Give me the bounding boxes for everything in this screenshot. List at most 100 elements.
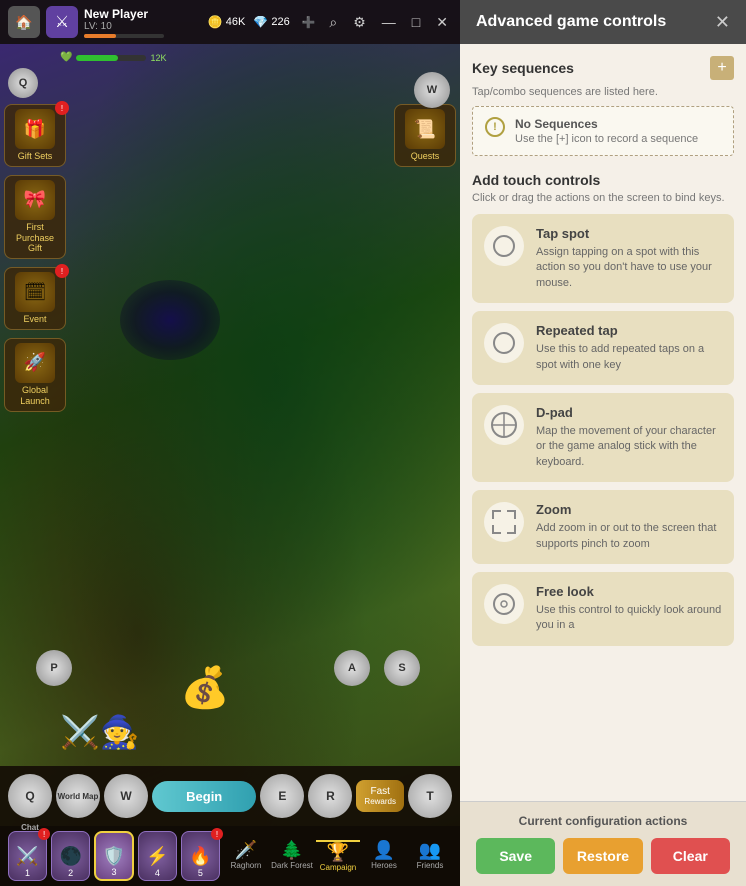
panel-content: Key sequences + Tap/combo sequences are … bbox=[460, 44, 746, 801]
w-action-button[interactable]: W bbox=[104, 774, 148, 818]
repeated-tap-desc: Use this to add repeated taps on a spot … bbox=[536, 342, 722, 373]
key-sequences-section: Key sequences + Tap/combo sequences are … bbox=[472, 56, 734, 156]
panel-header: Advanced game controls ✕ bbox=[460, 0, 746, 44]
e-button[interactable]: E bbox=[260, 774, 304, 818]
free-look-name: Free look bbox=[536, 584, 722, 599]
sidebar-item-quests[interactable]: 📜 Quests bbox=[394, 104, 456, 167]
minimize-button[interactable]: — bbox=[378, 12, 400, 33]
w-button[interactable]: W bbox=[414, 72, 450, 108]
top-stats: 🪙 46K 💎 226 ➕ bbox=[208, 14, 320, 31]
key-sequences-title: Key sequences bbox=[472, 60, 574, 76]
skill-3-num: 3 bbox=[111, 867, 116, 877]
skill-2[interactable]: 🌑 2 bbox=[51, 831, 90, 881]
first-purchase-label: First PurchaseGift bbox=[9, 222, 61, 254]
nav-raghorn[interactable]: 🗡️ Raghorn bbox=[224, 840, 268, 872]
nav-friends[interactable]: 👥 Friends bbox=[408, 840, 452, 872]
dpad-name: D-pad bbox=[536, 405, 722, 420]
hp-bar bbox=[76, 55, 146, 61]
character-area: ⚔️🧙 bbox=[60, 713, 140, 751]
gold-stat: 🪙 46K bbox=[208, 15, 246, 29]
gem-value: 226 bbox=[271, 16, 289, 28]
settings-button[interactable]: ⚙ bbox=[349, 12, 370, 33]
begin-button[interactable]: Begin bbox=[152, 781, 256, 812]
quests-label: Quests bbox=[411, 151, 440, 162]
close-window-button[interactable]: ✕ bbox=[432, 12, 452, 33]
player-name: New Player bbox=[84, 7, 202, 21]
repeated-tap-info: Repeated tap Use this to add repeated ta… bbox=[536, 323, 722, 373]
side-menu-right: 📜 Quests bbox=[390, 100, 460, 171]
tap-spot-info: Tap spot Assign tapping on a spot with t… bbox=[536, 226, 722, 291]
t-button[interactable]: T bbox=[408, 774, 452, 818]
save-button[interactable]: Save bbox=[476, 838, 555, 874]
event-label: Event bbox=[23, 314, 46, 325]
repeated-tap-card[interactable]: Repeated tap Use this to add repeated ta… bbox=[472, 311, 734, 385]
skill-4[interactable]: ⚡ 4 bbox=[138, 831, 177, 881]
no-sequences-desc: Use the [+] icon to record a sequence bbox=[515, 133, 698, 145]
sidebar-item-global-launch[interactable]: 🚀 Global Launch bbox=[4, 338, 66, 412]
key-sequences-header: Key sequences + bbox=[472, 56, 734, 80]
add-currency-button[interactable]: ➕ bbox=[298, 14, 320, 31]
fast-label: Fast bbox=[364, 786, 396, 797]
zoom-name: Zoom bbox=[536, 502, 722, 517]
window-controls: ⌕ ⚙ — □ ✕ bbox=[325, 12, 452, 33]
hp-icon: 💚 bbox=[60, 52, 72, 63]
free-look-card[interactable]: Free look Use this control to quickly lo… bbox=[472, 572, 734, 646]
game-bottom: Q Chat World Map W Begin E R Fast Reward… bbox=[0, 766, 460, 886]
game-icon[interactable]: ⚔ bbox=[46, 6, 78, 38]
nav-campaign[interactable]: 🏆 Campaign bbox=[316, 840, 360, 872]
nav-dark-forest[interactable]: 🌲 Dark Forest bbox=[270, 840, 314, 872]
skill-5-num: 5 bbox=[198, 868, 203, 878]
s-button[interactable]: S bbox=[384, 650, 420, 686]
nav-heroes[interactable]: 👤 Heroes bbox=[362, 840, 406, 872]
tap-spot-card[interactable]: Tap spot Assign tapping on a spot with t… bbox=[472, 214, 734, 303]
search-button[interactable]: ⌕ bbox=[325, 12, 341, 33]
gift-sets-label: Gift Sets bbox=[18, 151, 53, 162]
sidebar-item-event[interactable]: 🗓 Event ! bbox=[4, 267, 66, 330]
repeated-tap-icon bbox=[484, 323, 524, 363]
skill-5-icon: 🔥 bbox=[189, 846, 211, 867]
dpad-icon bbox=[484, 405, 524, 445]
panel-close-button[interactable]: ✕ bbox=[715, 12, 730, 33]
panel-footer: Current configuration actions Save Resto… bbox=[460, 801, 746, 886]
dpad-desc: Map the movement of your character or th… bbox=[536, 424, 722, 470]
q-button[interactable]: Q bbox=[8, 68, 38, 98]
gold-value: 46K bbox=[226, 16, 246, 28]
sidebar-item-gift-sets[interactable]: 🎁 Gift Sets ! bbox=[4, 104, 66, 167]
vortex bbox=[120, 280, 220, 360]
global-launch-label: Global Launch bbox=[9, 385, 61, 407]
free-look-icon bbox=[484, 584, 524, 624]
diamond-icon: 💎 bbox=[253, 15, 268, 29]
p-button[interactable]: P bbox=[36, 650, 72, 686]
hp-bar-area: 💚 12K bbox=[60, 52, 166, 63]
skill-5[interactable]: 🔥 5 ! bbox=[181, 831, 220, 881]
zoom-card[interactable]: Zoom Add zoom in or out to the screen th… bbox=[472, 490, 734, 564]
skill-2-icon: 🌑 bbox=[59, 846, 81, 867]
treasure-chest: 💰 bbox=[180, 664, 230, 711]
chat-button[interactable]: Q Chat bbox=[8, 774, 52, 818]
event-icon: 🗓 bbox=[15, 272, 55, 312]
maximize-button[interactable]: □ bbox=[408, 12, 424, 33]
dpad-card[interactable]: D-pad Map the movement of your character… bbox=[472, 393, 734, 482]
touch-controls-section: Add touch controls Click or drag the act… bbox=[472, 172, 734, 654]
no-sequences-text: No Sequences Use the [+] icon to record … bbox=[515, 117, 698, 145]
skill-1-badge: ! bbox=[38, 828, 50, 840]
clear-button[interactable]: Clear bbox=[651, 838, 730, 874]
skill-1[interactable]: ⚔️ 1 ! bbox=[8, 831, 47, 881]
a-button[interactable]: A bbox=[334, 650, 370, 686]
footer-label: Current configuration actions bbox=[476, 814, 730, 828]
map-button[interactable]: World Map bbox=[56, 774, 100, 818]
touch-controls-title: Add touch controls bbox=[472, 172, 734, 188]
skill-3[interactable]: 🛡️ 3 bbox=[94, 831, 134, 881]
add-sequence-button[interactable]: + bbox=[710, 56, 734, 80]
gift-sets-icon: 🎁 bbox=[15, 109, 55, 149]
fast-button[interactable]: Fast Rewards bbox=[356, 780, 404, 812]
player-level: LV: 10 bbox=[84, 21, 202, 32]
no-sequences-title: No Sequences bbox=[515, 117, 698, 131]
action-bar: Q Chat World Map W Begin E R Fast Reward… bbox=[0, 766, 460, 826]
sidebar-item-first-purchase[interactable]: 🎀 First PurchaseGift bbox=[4, 175, 66, 259]
tap-spot-icon bbox=[484, 226, 524, 266]
home-icon[interactable]: 🏠 bbox=[8, 6, 40, 38]
restore-button[interactable]: Restore bbox=[563, 838, 642, 874]
free-look-desc: Use this control to quickly look around … bbox=[536, 603, 722, 634]
r-button[interactable]: R bbox=[308, 774, 352, 818]
